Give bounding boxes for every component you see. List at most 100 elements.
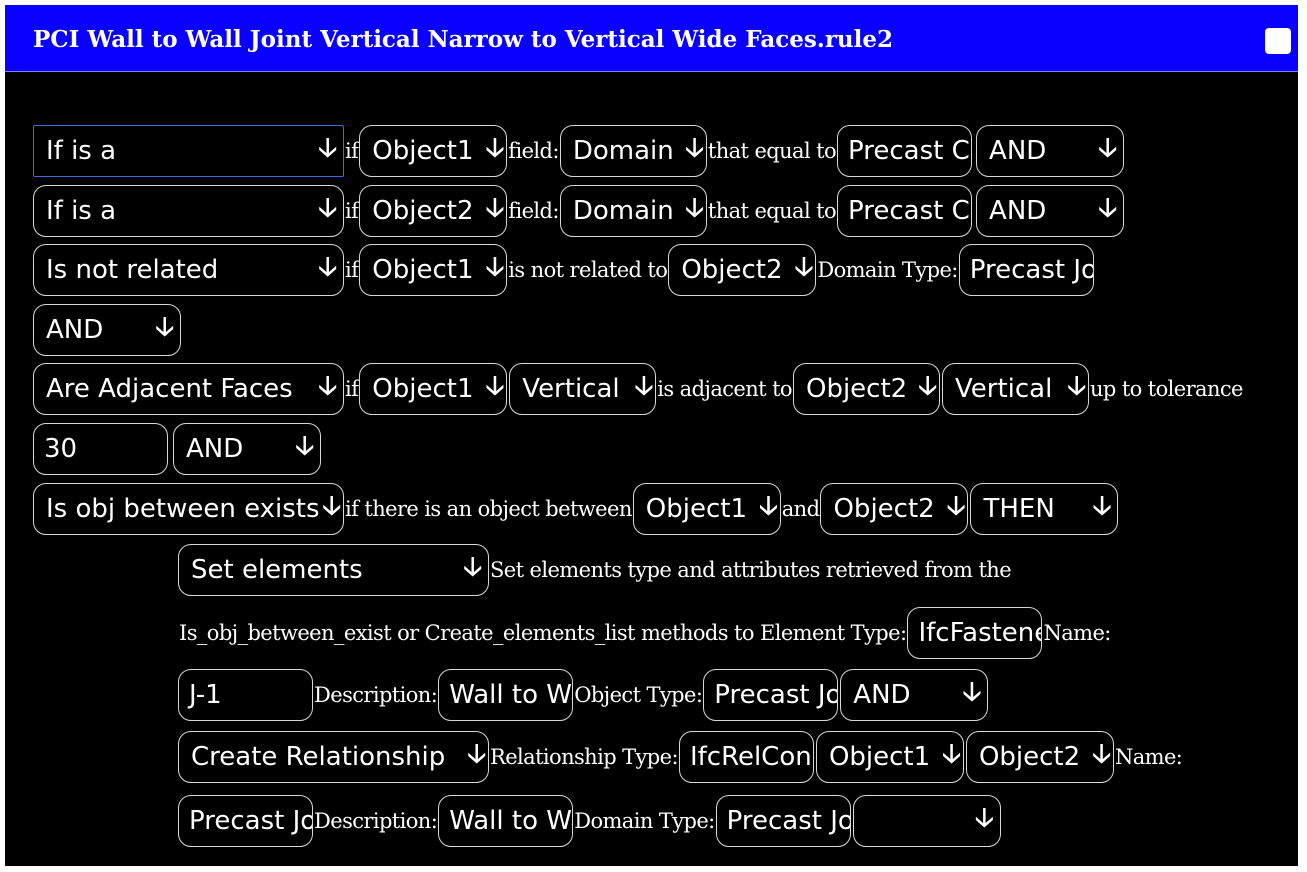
- object-value: Object1: [645, 494, 747, 524]
- object-select[interactable]: Object1 🡣: [359, 125, 508, 177]
- arrow-down-icon: 🡣: [485, 193, 505, 223]
- arrow-down-icon: 🡣: [1092, 739, 1111, 769]
- face2-select[interactable]: Vertical 🡣: [941, 363, 1089, 415]
- tolerance-label: up to tolerance: [1089, 377, 1244, 401]
- arrow-down-icon: 🡣: [1067, 371, 1086, 401]
- condition-select[interactable]: If is a 🡣: [33, 125, 344, 177]
- object-select[interactable]: Object1 🡣: [359, 363, 508, 415]
- arrow-down-icon: 🡣: [794, 252, 814, 282]
- element-type-label: Is_obj_between_exist or Create_elements_…: [179, 621, 907, 645]
- relationship-type-input[interactable]: IfcRelConnects: [678, 731, 814, 783]
- operator-select[interactable]: AND 🡣: [173, 423, 321, 475]
- arrow-down-icon: 🡣: [1098, 133, 1118, 163]
- operator-select[interactable]: AND 🡣: [976, 185, 1125, 237]
- if-label: if: [345, 139, 359, 163]
- operator-select[interactable]: AND 🡣: [840, 669, 989, 721]
- description-label: Description:: [314, 809, 438, 833]
- condition-value: Is not related: [46, 255, 219, 285]
- equal-label: that equal to: [707, 199, 837, 223]
- rule-row-1: If is a 🡣 if Object1 🡣 field: Domain 🡣 that…: [33, 123, 1125, 179]
- condition-select[interactable]: If is a 🡣: [33, 185, 344, 237]
- object2-select[interactable]: Object2 🡣: [820, 483, 969, 535]
- rule-row-3: Is not related 🡣 if Object1 🡣 is not relat…: [33, 242, 1094, 298]
- description-label: Description:: [314, 683, 438, 707]
- operator-select[interactable]: AND 🡣: [976, 125, 1125, 177]
- field-select[interactable]: Domain 🡣: [559, 125, 707, 177]
- arrow-down-icon: 🡣: [295, 431, 314, 461]
- arrow-down-icon: 🡣: [685, 193, 704, 223]
- element-type-input[interactable]: IfcFastener: [907, 607, 1043, 659]
- rule-row-6: 30 AND 🡣: [33, 421, 321, 477]
- domain-type-label: Domain Type:: [574, 809, 715, 833]
- object-select[interactable]: Object2 🡣: [359, 185, 508, 237]
- not-related-label: is not related to: [508, 258, 668, 282]
- arrow-down-icon: 🡣: [759, 491, 778, 521]
- name-input[interactable]: J-1: [178, 669, 313, 721]
- arrow-down-icon: 🡣: [485, 133, 505, 163]
- window-title: PCI Wall to Wall Joint Vertical Narrow t…: [33, 26, 894, 53]
- rule-row-2: If is a 🡣 if Object2 🡣 field: Domain 🡣 that…: [33, 183, 1125, 239]
- title-bar: PCI Wall to Wall Joint Vertical Narrow t…: [5, 5, 1298, 72]
- relationship-name-input[interactable]: Precast Joint: [178, 795, 313, 847]
- operator-value: AND: [186, 434, 244, 464]
- operator-value: AND: [46, 315, 104, 345]
- object-select[interactable]: Object1 🡣: [359, 244, 508, 296]
- rule-row-7: Is obj between exists 🡣 if there is an ob…: [33, 481, 1119, 537]
- object2-value: Object2: [833, 494, 935, 524]
- value-input[interactable]: Precast Concrete: [837, 125, 973, 177]
- condition-select[interactable]: Is obj between exists 🡣: [33, 483, 344, 535]
- object-value: Object1: [372, 255, 474, 285]
- condition-select[interactable]: Are Adjacent Faces 🡣: [33, 363, 344, 415]
- object2-value: Object2: [681, 255, 783, 285]
- condition-value: If is a: [46, 196, 117, 226]
- object-between-label: if there is an object between: [345, 497, 632, 521]
- object2-select[interactable]: Object2 🡣: [668, 244, 817, 296]
- related-object-select[interactable]: Object2 🡣: [965, 731, 1114, 783]
- description-input[interactable]: Wall to Wall: [438, 795, 574, 847]
- action-row-5: Precast Joint Description: Wall to Wall …: [178, 793, 1001, 849]
- object-select[interactable]: Object1 🡣: [632, 483, 781, 535]
- face1-select[interactable]: Vertical 🡣: [509, 363, 657, 415]
- maximize-button[interactable]: [1265, 28, 1291, 54]
- domain-type-input[interactable]: Precast Joint: [958, 244, 1094, 296]
- object-value: Object1: [372, 136, 474, 166]
- domain-type-input[interactable]: Precast Joint: [715, 795, 851, 847]
- arrow-down-icon: 🡣: [318, 133, 337, 163]
- action-value: Set elements: [191, 555, 363, 585]
- arrow-down-icon: 🡣: [322, 491, 341, 521]
- condition-value: Is obj between exists: [46, 494, 319, 524]
- equal-label: that equal to: [707, 139, 837, 163]
- arrow-down-icon: 🡣: [463, 552, 482, 582]
- action-row-4: Create Relationship 🡣 Relationship Type: …: [178, 729, 1183, 785]
- rule-row-4: AND 🡣: [33, 302, 181, 358]
- face1-value: Vertical: [522, 374, 620, 404]
- operator-select[interactable]: THEN 🡣: [970, 483, 1119, 535]
- relationship-type-label: Relationship Type:: [490, 745, 679, 769]
- operator-value: THEN: [983, 494, 1055, 524]
- action-select[interactable]: Create Relationship 🡣: [178, 731, 489, 783]
- arrow-down-icon: 🡣: [946, 491, 966, 521]
- name-label: Name:: [1114, 745, 1183, 769]
- name-label: Name:: [1043, 621, 1111, 645]
- object2-select[interactable]: Object2 🡣: [792, 363, 940, 415]
- field-select[interactable]: Domain 🡣: [559, 185, 707, 237]
- action-row-2: Is_obj_between_exist or Create_elements_…: [178, 605, 1112, 661]
- operator-value: AND: [989, 136, 1047, 166]
- condition-select[interactable]: Is not related 🡣: [33, 244, 344, 296]
- operator-select[interactable]: 🡣: [852, 795, 1001, 847]
- relating-object-select[interactable]: Object1 🡣: [815, 731, 964, 783]
- arrow-down-icon: 🡣: [485, 252, 505, 282]
- description-input[interactable]: Wall to Wall: [438, 669, 574, 721]
- field-value: Domain: [572, 196, 674, 226]
- object-value: Object1: [372, 374, 474, 404]
- action-select[interactable]: Set elements 🡣: [178, 544, 489, 596]
- object-type-input[interactable]: Precast Joint: [703, 669, 839, 721]
- value-input[interactable]: Precast Concrete: [837, 185, 973, 237]
- arrow-down-icon: 🡣: [974, 803, 994, 833]
- object2-value: Object2: [805, 374, 908, 404]
- arrow-down-icon: 🡣: [918, 371, 937, 401]
- operator-select[interactable]: AND 🡣: [33, 304, 181, 356]
- tolerance-input[interactable]: 30: [33, 423, 168, 475]
- if-label: if: [345, 258, 359, 282]
- action-row-3: J-1 Description: Wall to Wall Object Typ…: [178, 667, 989, 723]
